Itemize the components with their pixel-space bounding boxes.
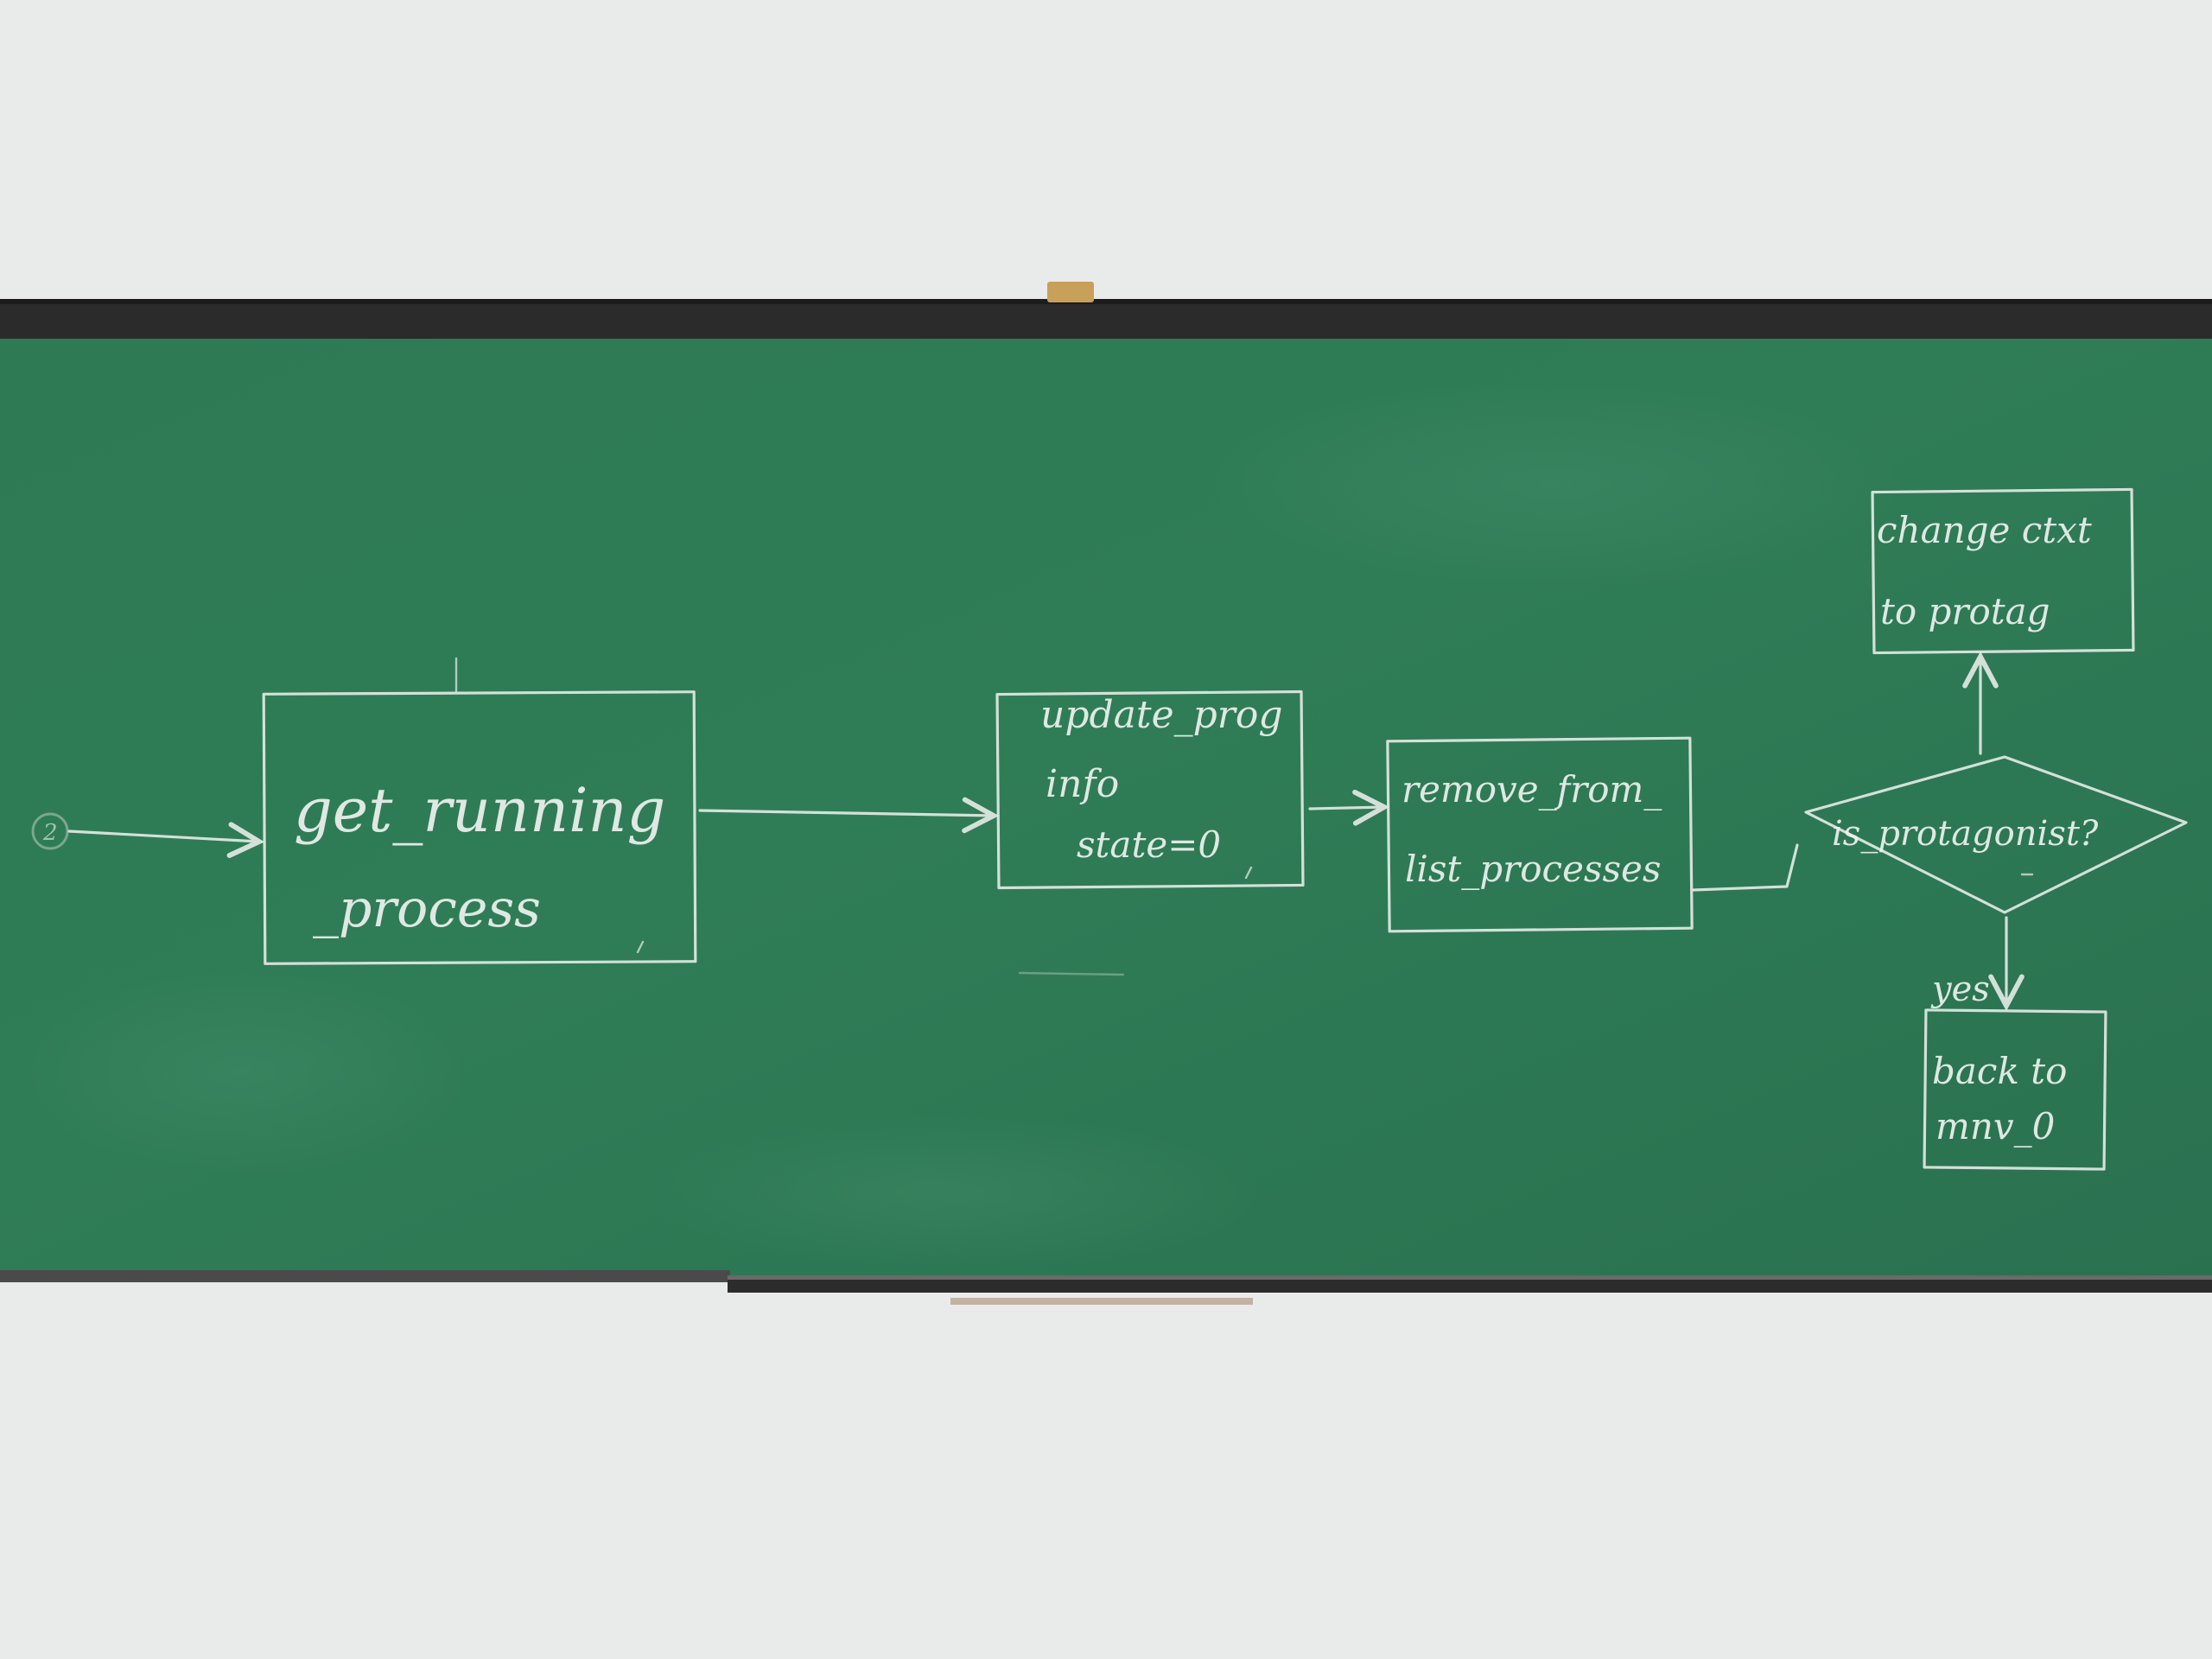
start-marker-label: 2 [42,820,58,846]
node-label-line2: info [1046,762,1119,806]
node-label-line2: _process [313,879,541,939]
node-label-line1: get_running [294,775,665,846]
node-label: is_protagonist? [1832,814,2099,854]
clip [1047,282,1094,302]
board-seam [0,1270,730,1282]
board-smudge [639,1115,1262,1270]
node-label-line2: mnv_0 [1936,1105,2055,1147]
node-label-line1: update_prog [1040,693,1282,737]
board-smudge [1210,380,1901,588]
tray-edge-wood [950,1298,1253,1305]
node-label-line1: remove_from_ [1402,768,1662,810]
node-label-line3: state=0 [1077,823,1221,866]
edge-label-yes: yes [1930,969,1990,1009]
board-top-rail [0,299,2212,340]
chalk-tray-lip [728,1275,2212,1280]
node-label-line2: to protag [1880,590,2050,632]
board-smudge [17,968,467,1175]
edge-update-to-remove [1308,789,1390,826]
node-label-line1: change ctxt [1877,509,2092,551]
node-label-line1: back to [1932,1050,2067,1092]
board-top-rail-highlight [0,299,2212,304]
node-label-line2: list_processes [1405,848,1661,890]
